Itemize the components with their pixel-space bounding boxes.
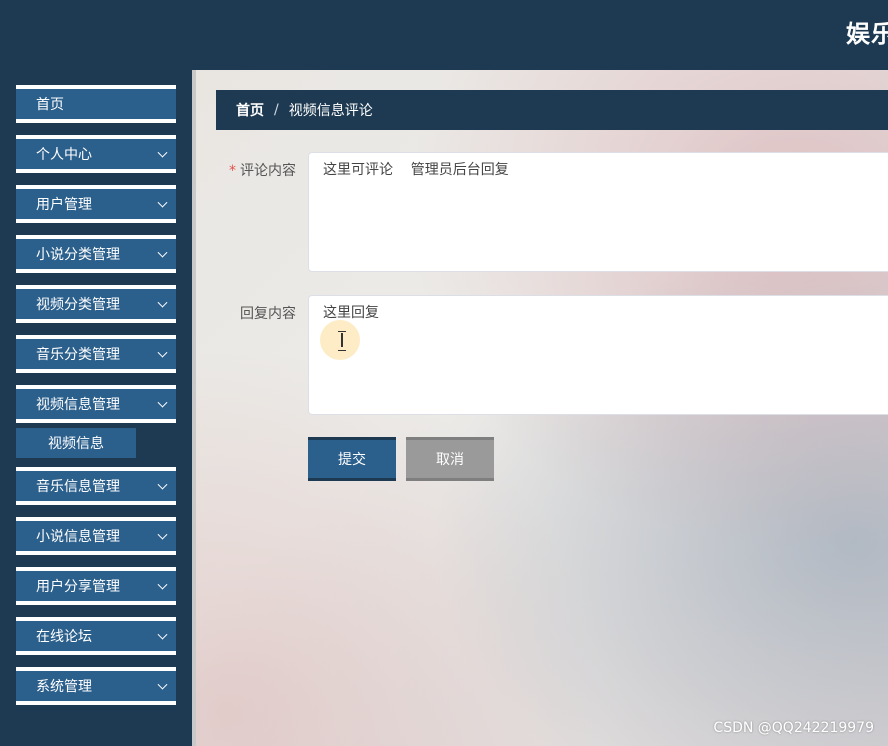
text-cursor-icon [338,331,346,351]
submit-button[interactable]: 提交 [308,437,396,481]
sidebar-item-user-management[interactable]: 用户管理 [16,185,176,223]
sidebar-item-label: 视频信息管理 [36,397,120,413]
breadcrumb: 首页 / 视频信息评论 [216,90,888,130]
breadcrumb-separator: / [274,102,279,118]
cancel-button[interactable]: 取消 [406,437,494,481]
top-bar: 娱乐 [0,0,888,70]
sidebar-item-video-info[interactable]: 视频信息管理 [16,385,176,423]
sidebar-item-label: 音乐分类管理 [36,347,120,363]
sidebar-item-label: 小说信息管理 [36,529,120,545]
sidebar-subitem-video-info[interactable]: 视频信息 [16,428,136,458]
breadcrumb-current: 视频信息评论 [288,103,373,119]
sidebar-item-label: 视频分类管理 [36,297,120,313]
sidebar-item-label: 在线论坛 [36,629,92,645]
sidebar-item-user-share[interactable]: 用户分享管理 [16,567,176,605]
chevron-down-icon [157,397,168,408]
chevron-down-icon [157,347,168,358]
sidebar-item-forum[interactable]: 在线论坛 [16,617,176,655]
app-title: 娱乐 [846,20,888,48]
sidebar-item-novel-category[interactable]: 小说分类管理 [16,235,176,273]
sidebar-item-label: 用户分享管理 [36,579,120,595]
sidebar-item-label: 用户管理 [36,197,92,213]
sidebar-item-label: 系统管理 [36,679,92,695]
chevron-down-icon [157,629,168,640]
sidebar-item-system[interactable]: 系统管理 [16,667,176,705]
sidebar-item-music-info[interactable]: 音乐信息管理 [16,467,176,505]
breadcrumb-home[interactable]: 首页 [236,100,264,120]
watermark: CSDN @QQ242219979 [713,720,874,736]
sidebar-item-novel-info[interactable]: 小说信息管理 [16,517,176,555]
sidebar-subitem-label: 视频信息 [48,436,104,452]
reply-textarea[interactable]: 这里回复 [308,295,888,415]
comment-label-text: 评论内容 [240,163,296,179]
sidebar: 首页 个人中心 用户管理 小说分类管理 视频分类管理 音乐分类管理 视频信息管理… [0,70,192,746]
chevron-down-icon [157,197,168,208]
sidebar-item-label: 首页 [36,97,64,113]
reply-label: 回复内容 [240,306,296,322]
chevron-down-icon [157,247,168,258]
sidebar-item-personal-center[interactable]: 个人中心 [16,135,176,173]
chevron-down-icon [157,479,168,490]
chevron-down-icon [157,297,168,308]
sidebar-item-music-category[interactable]: 音乐分类管理 [16,335,176,373]
comment-label: * 评论内容 [222,160,296,180]
sidebar-item-label: 个人中心 [36,147,92,163]
chevron-down-icon [157,147,168,158]
main-content: 首页 / 视频信息评论 * 评论内容 这里可评论 管理员后台回复 回复内容 这里回… [192,70,888,746]
sidebar-item-label: 小说分类管理 [36,247,120,263]
chevron-down-icon [157,679,168,690]
required-mark: * [229,163,236,179]
sidebar-item-video-category[interactable]: 视频分类管理 [16,285,176,323]
sidebar-item-home[interactable]: 首页 [16,85,176,123]
sidebar-item-label: 音乐信息管理 [36,479,120,495]
comment-textarea[interactable]: 这里可评论 管理员后台回复 [308,152,888,272]
chevron-down-icon [157,529,168,540]
chevron-down-icon [157,579,168,590]
